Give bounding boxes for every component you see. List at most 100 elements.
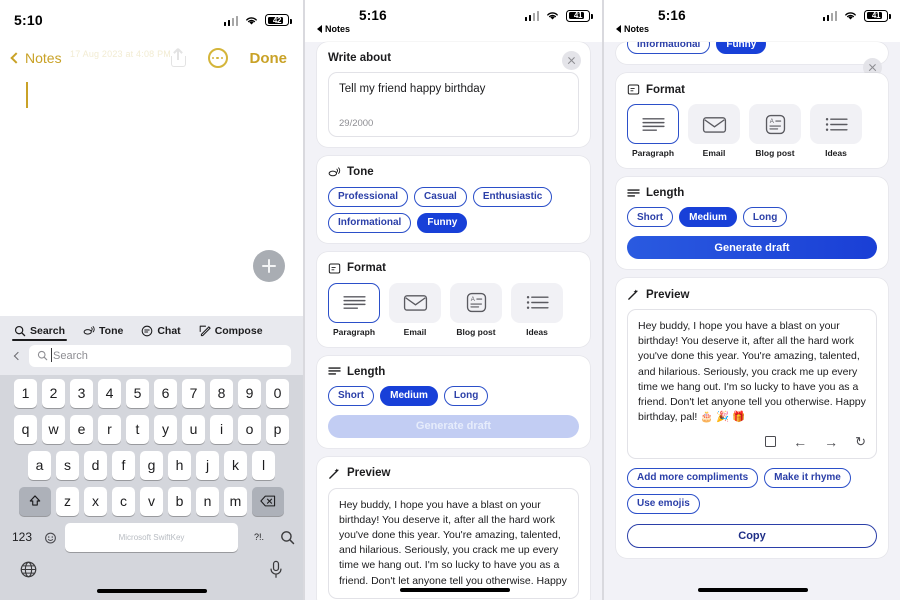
suggestion-make-it-rhyme[interactable]: Make it rhyme	[764, 467, 851, 488]
search-icon[interactable]	[280, 530, 295, 545]
keyboard-tab-chat[interactable]: Chat	[141, 325, 181, 337]
key-s[interactable]: s	[56, 450, 79, 480]
tone-option-informational[interactable]: Informational	[627, 42, 711, 54]
key-1[interactable]: 1	[14, 378, 37, 408]
write-about-input[interactable]: Tell my friend happy birthday 29/2000	[328, 72, 579, 137]
globe-icon[interactable]	[19, 560, 38, 579]
key-c[interactable]: c	[112, 486, 135, 516]
key-z[interactable]: z	[56, 486, 79, 516]
key-l[interactable]: l	[252, 450, 275, 480]
key-2[interactable]: 2	[42, 378, 65, 408]
key-k[interactable]: k	[224, 450, 247, 480]
key-8[interactable]: 8	[210, 378, 233, 408]
more-options-icon[interactable]	[207, 48, 228, 68]
preview-text: Hey buddy, I hope you have a blast on yo…	[339, 498, 567, 587]
length-option-medium[interactable]: Medium	[380, 385, 438, 406]
preview-title: Preview	[328, 467, 579, 480]
home-indicator	[698, 587, 808, 592]
tone-option-casual[interactable]: Casual	[414, 186, 467, 207]
suggestion-add-more-compliments[interactable]: Add more compliments	[627, 467, 759, 488]
key-v[interactable]: v	[140, 486, 163, 516]
key-j[interactable]: j	[196, 450, 219, 480]
key-d[interactable]: d	[84, 450, 107, 480]
share-icon[interactable]	[170, 49, 186, 67]
key-f[interactable]: f	[112, 450, 135, 480]
copy-button[interactable]: Copy	[627, 523, 877, 548]
key-a[interactable]: a	[28, 450, 51, 480]
key-w[interactable]: w	[42, 414, 65, 444]
keyboard-tab-compose[interactable]: Compose	[199, 325, 263, 337]
key-i[interactable]: i	[210, 414, 233, 444]
next-arrow-icon[interactable]: →	[824, 435, 838, 449]
back-to-notes-button[interactable]: Notes	[616, 24, 888, 34]
format-option-paragraph[interactable]: Paragraph	[627, 104, 679, 158]
key-3[interactable]: 3	[70, 378, 93, 408]
tone-option-professional[interactable]: Professional	[328, 186, 409, 207]
collapse-chevron-icon[interactable]	[13, 351, 23, 360]
key-e[interactable]: e	[70, 414, 93, 444]
key-q[interactable]: q	[14, 414, 37, 444]
microphone-icon[interactable]	[268, 560, 284, 579]
cellular-signal-icon	[223, 15, 238, 26]
tone-option-enthusiastic[interactable]: Enthusiastic	[472, 186, 553, 207]
key-x[interactable]: x	[84, 486, 107, 516]
tone-option-funny[interactable]: Funny	[417, 212, 468, 233]
stop-icon[interactable]	[765, 436, 777, 448]
suggestion-use-emojis[interactable]: Use emojis	[627, 493, 700, 514]
length-option-long[interactable]: Long	[742, 207, 788, 227]
key-g[interactable]: g	[140, 450, 163, 480]
shift-key[interactable]	[19, 486, 51, 516]
magic-wand-icon	[628, 289, 638, 300]
generate-draft-button[interactable]: Generate draft	[328, 414, 579, 438]
tone-option-funny[interactable]: Funny	[716, 42, 767, 54]
key-u[interactable]: u	[182, 414, 205, 444]
format-option-blog-post[interactable]: A Blog post	[450, 282, 502, 337]
keyboard-tab-tone[interactable]: Tone	[83, 325, 123, 337]
backspace-key[interactable]	[252, 486, 284, 516]
regenerate-icon[interactable]: ↻	[855, 435, 866, 448]
key-0[interactable]: 0	[266, 378, 289, 408]
search-input[interactable]: Search	[29, 344, 291, 367]
key-6[interactable]: 6	[154, 378, 177, 408]
key-r[interactable]: r	[98, 414, 121, 444]
format-option-email[interactable]: Email	[688, 104, 740, 158]
back-to-notes-button[interactable]: Notes	[10, 50, 62, 66]
keyboard-search-row: Search	[0, 342, 303, 375]
format-option-paragraph[interactable]: Paragraph	[328, 282, 380, 337]
back-label: Notes	[325, 24, 351, 34]
length-option-long[interactable]: Long	[443, 385, 489, 406]
key-9[interactable]: 9	[238, 378, 261, 408]
tone-option-informational[interactable]: Informational	[328, 212, 412, 233]
numeric-key[interactable]: 123	[8, 530, 36, 544]
length-option-short[interactable]: Short	[627, 207, 674, 227]
done-button[interactable]: Done	[250, 50, 288, 67]
key-m[interactable]: m	[224, 486, 247, 516]
close-icon[interactable]	[562, 51, 581, 70]
format-option-blog-post[interactable]: A Blog post	[749, 104, 801, 158]
format-option-ideas[interactable]: Ideas	[810, 104, 862, 158]
keyboard-tab-search[interactable]: Search	[11, 325, 68, 341]
key-5[interactable]: 5	[126, 378, 149, 408]
add-floating-button[interactable]	[253, 250, 285, 282]
previous-arrow-icon[interactable]: ←	[793, 435, 807, 449]
punctuation-key[interactable]: ?!.	[245, 532, 273, 542]
key-t[interactable]: t	[126, 414, 149, 444]
back-to-notes-button[interactable]: Notes	[317, 24, 590, 34]
emoji-icon[interactable]	[43, 530, 58, 545]
key-7[interactable]: 7	[182, 378, 205, 408]
key-o[interactable]: o	[238, 414, 261, 444]
format-option-email[interactable]: Email	[389, 282, 441, 337]
key-n[interactable]: n	[196, 486, 219, 516]
length-option-short[interactable]: Short	[328, 385, 375, 406]
generate-draft-button[interactable]: Generate draft	[627, 236, 877, 259]
key-p[interactable]: p	[266, 414, 289, 444]
key-4[interactable]: 4	[98, 378, 121, 408]
key-y[interactable]: y	[154, 414, 177, 444]
space-key[interactable]: Microsoft SwiftKey	[65, 522, 238, 552]
length-option-medium[interactable]: Medium	[679, 207, 737, 227]
format-option-ideas[interactable]: Ideas	[511, 282, 563, 337]
format-title-label: Format	[646, 83, 685, 96]
key-b[interactable]: b	[168, 486, 191, 516]
preview-text-box: Hey buddy, I hope you have a blast on yo…	[328, 487, 579, 599]
key-h[interactable]: h	[168, 450, 191, 480]
